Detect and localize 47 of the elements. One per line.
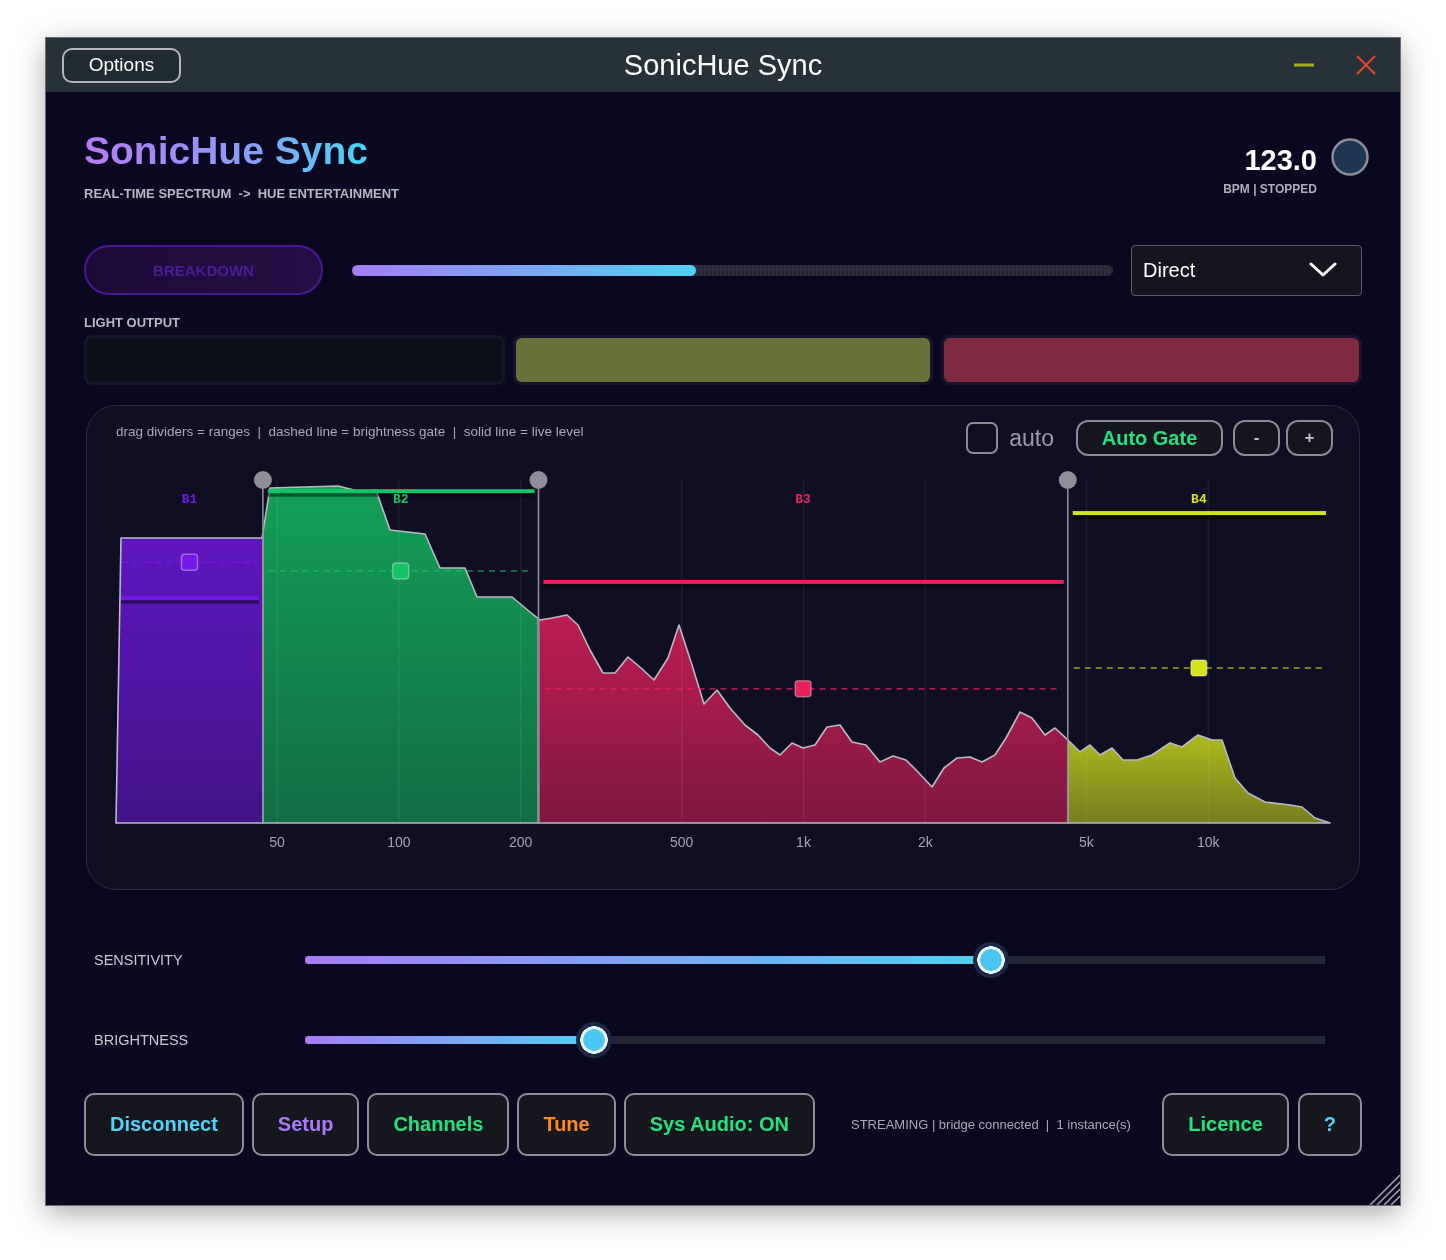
minus-button[interactable]: - (1233, 420, 1280, 456)
band-label: B2 (392, 492, 409, 507)
frequency-label: 100 (387, 834, 411, 850)
frequency-label: 2k (917, 834, 933, 850)
bpm-value: 123.0 (1244, 143, 1317, 177)
licence-button[interactable]: Licence (1162, 1093, 1289, 1156)
frequency-label: 50 (269, 834, 285, 850)
frequency-label: 200 (509, 834, 533, 850)
window-title: SonicHue Sync (623, 48, 823, 82)
gate-handle[interactable] (1190, 659, 1208, 677)
bpm-status: BPM | STOPPED (1223, 181, 1317, 197)
frequency-label: 500 (670, 834, 694, 850)
options-button[interactable]: Options (62, 47, 181, 83)
band-divider[interactable] (529, 471, 548, 824)
band-divider[interactable] (1058, 471, 1077, 824)
light-output-label: LIGHT OUTPUT (84, 314, 181, 332)
band-label: B4 (1191, 492, 1207, 507)
slider-label: BRIGHTNESS (94, 1032, 190, 1048)
plus-button[interactable]: + (1286, 420, 1333, 456)
gate-handle[interactable] (391, 562, 410, 580)
auto-checkbox[interactable] (966, 422, 999, 454)
mode-dropdown[interactable]: Direct (1131, 244, 1362, 296)
checkbox-label: auto (1009, 424, 1054, 452)
tune-button[interactable]: Tune (517, 1093, 616, 1156)
slider-thumb[interactable] (973, 942, 1010, 978)
frequency-label: 1k (796, 834, 811, 850)
band-label: B1 (181, 492, 198, 507)
frequency-label: 5k (1078, 834, 1094, 850)
beat-indicator-icon (1331, 138, 1369, 176)
slider-thumb[interactable] (575, 1022, 612, 1058)
setup-button[interactable]: Setup (251, 1093, 360, 1156)
frequency-label: 10k (1196, 834, 1220, 850)
help-button[interactable]: ? (1297, 1093, 1362, 1156)
band-label: B3 (795, 492, 811, 507)
band-divider[interactable] (253, 471, 272, 824)
chevron-down-icon (1309, 262, 1337, 278)
auto-gate-button[interactable]: Auto Gate (1076, 420, 1223, 456)
disconnect-button[interactable]: Disconnect (84, 1093, 244, 1156)
sys-audio-button[interactable]: Sys Audio: ON (623, 1093, 815, 1156)
legend-text: drag dividers = ranges | dashed line = brightness gate | solid line = live level (116, 423, 584, 439)
slider-label: SENSITIVITY (94, 952, 184, 968)
status-text: STREAMING | bridge connected | 1 instance(s) (851, 1117, 1131, 1132)
gate-handle[interactable] (180, 553, 199, 571)
close-icon[interactable] (1356, 55, 1376, 75)
subtitle: REAL-TIME SPECTRUM -> HUE ENTERTAINMENT (84, 185, 399, 203)
channels-button[interactable]: Channels (367, 1093, 510, 1156)
gate-handle[interactable] (794, 680, 812, 698)
